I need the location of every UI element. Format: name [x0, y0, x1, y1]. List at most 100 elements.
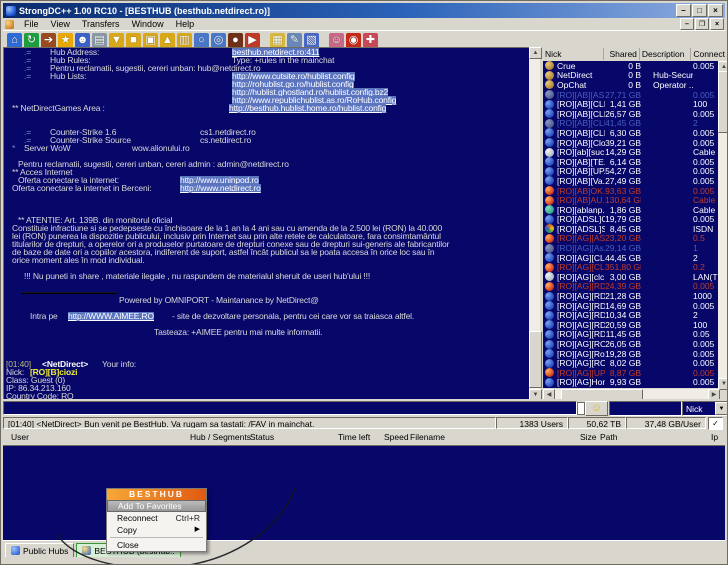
- userlist-row[interactable]: [RO][AG][As...29,14 GB1: [543, 243, 718, 253]
- userlist-row[interactable]: [RO][AG][RO...26,05 GB0.005: [543, 339, 718, 349]
- userlist-filter-input[interactable]: [609, 401, 682, 416]
- child-window-icon[interactable]: [5, 20, 14, 29]
- search-icon[interactable]: ○: [194, 33, 209, 48]
- transfers-col-time-left[interactable]: Time left: [338, 432, 370, 443]
- download-queue-icon[interactable]: ▼: [109, 33, 124, 48]
- transfers-col-hub-segments[interactable]: Hub / Segments: [190, 432, 251, 443]
- userlist-row[interactable]: Crue0 B0.005: [543, 61, 718, 71]
- userlist-row[interactable]: [RO][AG][RD...10,34 GB2: [543, 310, 718, 320]
- favorite-users-icon[interactable]: ☻: [75, 33, 90, 48]
- userlist-row[interactable]: [RO][AB]AU...130,64 GBCable: [543, 195, 718, 205]
- open-filelist-icon[interactable]: ▦: [270, 33, 285, 48]
- settings-icon[interactable]: ✎: [287, 33, 302, 48]
- userlist-row[interactable]: [RO][ADSL]C...19,79 GB0.005: [543, 215, 718, 225]
- userlist-row[interactable]: [RO][ADSL]S...8,45 GBISDN: [543, 224, 718, 234]
- userlist-row[interactable]: [RO][AB][Va...27,49 GB0.005: [543, 176, 718, 186]
- userlist-row[interactable]: [RO][ab][suc...14,29 GBCable: [543, 147, 718, 157]
- search-spy-icon[interactable]: ●: [228, 33, 243, 48]
- minimize-button[interactable]: –: [676, 4, 691, 17]
- userlist-row[interactable]: [RO][AG][AS...23,20 GB0.5: [543, 234, 718, 244]
- status-checkbox[interactable]: ✓: [708, 417, 723, 430]
- filter-column-combo[interactable]: Nick ▼: [682, 401, 728, 416]
- upload-queue-icon[interactable]: ▥: [177, 33, 192, 48]
- userlist-row[interactable]: [RO][AB][CLI...6,30 GB0.005: [543, 128, 718, 138]
- userlist-row[interactable]: [RO][AG][CL...44,45 GB2: [543, 253, 718, 263]
- userlist-row[interactable]: [RO][ablanp...1,86 GBCable: [543, 205, 718, 215]
- userlist-col-nick[interactable]: Nick: [543, 48, 604, 60]
- userlist-row[interactable]: OpChat0 BOperator ...: [543, 80, 718, 90]
- quick-connect-icon[interactable]: ✚: [363, 33, 378, 48]
- userlist-row[interactable]: [RO][AB][CLI...26,57 GB0.005: [543, 109, 718, 119]
- menu-item-view[interactable]: View: [45, 19, 76, 29]
- userlist-row[interactable]: [RO][AB][CLI...1,41 GB100: [543, 99, 718, 109]
- transfers-col-path[interactable]: Path: [600, 432, 618, 443]
- chat-scroll-thumb[interactable]: [529, 331, 542, 388]
- userlist-row[interactable]: [RO][AG][Ro...19,28 GB0.005: [543, 349, 718, 359]
- userlist-row[interactable]: [RO][AG]Honda9,93 GB0.005: [543, 378, 718, 388]
- menu-item-help[interactable]: Help: [170, 19, 201, 29]
- userlist-row[interactable]: [RO][AB][Clo...39,21 GB0.005: [543, 138, 718, 148]
- recent-hubs-icon[interactable]: ▤: [92, 33, 107, 48]
- context-item-close[interactable]: Close: [107, 539, 206, 551]
- child-restore-button[interactable]: ❐: [695, 18, 709, 30]
- userlist-row[interactable]: [RO][AG][RD...24,39 GB0.005: [543, 282, 718, 292]
- favorite-hubs-icon[interactable]: ★: [58, 33, 73, 48]
- transfers-col-speed[interactable]: Speed: [384, 432, 409, 443]
- userlist-row[interactable]: [RO][AG][RO...8,02 GB0.005: [543, 358, 718, 368]
- title-bar[interactable]: StrongDC++ 1.00 RC10 - [BESTHUB (besthub…: [3, 3, 725, 18]
- userlist-row[interactable]: NetDirect0 BHub-Secur...: [543, 71, 718, 81]
- chat-message-input[interactable]: [3, 401, 577, 415]
- child-close-button[interactable]: ×: [710, 18, 724, 30]
- userlist-row[interactable]: [RO][AG][CL...351,80 GB0.2: [543, 262, 718, 272]
- userlist-row[interactable]: [RO][AG][UP...8,87 GB0.005: [543, 368, 718, 378]
- userlist-row[interactable]: [RO][AB][CLI...41,45 GB2: [543, 119, 718, 129]
- transfers-col-size[interactable]: Size: [580, 432, 597, 443]
- userlist-row[interactable]: [RO][AG][RD...14,69 GB0.005: [543, 301, 718, 311]
- transfers-col-filename[interactable]: Filename: [410, 432, 445, 443]
- tab-public-hubs[interactable]: Public Hubs: [5, 543, 74, 558]
- transfers-col-ip[interactable]: Ip: [711, 432, 718, 443]
- notepad-icon[interactable]: ▧: [304, 33, 319, 48]
- userlist-col-shared[interactable]: Shared: [604, 48, 640, 60]
- userlist-col-connect[interactable]: Connect: [691, 48, 727, 60]
- waiting-users-icon[interactable]: ▣: [143, 33, 158, 48]
- finished-downloads-icon[interactable]: ■: [126, 33, 141, 48]
- userlist-row[interactable]: [RO][AG][clc...3,00 GBLAN(T1): [543, 272, 718, 282]
- userlist-row[interactable]: [RO][AB]OK...93,63 GB0.005: [543, 186, 718, 196]
- network-stats-icon[interactable]: ▶: [245, 33, 260, 48]
- follow-redirect-icon[interactable]: ➔: [41, 33, 56, 48]
- shutdown-icon[interactable]: ◉: [346, 33, 361, 48]
- userlist-row[interactable]: [RO][AB][UP...54,27 GB0.005: [543, 167, 718, 177]
- input-size-grip[interactable]: [577, 402, 585, 415]
- combo-dropdown-icon[interactable]: ▼: [715, 402, 728, 415]
- menu-item-file[interactable]: File: [18, 19, 45, 29]
- userlist-row[interactable]: [RO][AG][RD...20,59 GB100: [543, 320, 718, 330]
- userlist-scroll-thumb[interactable]: [718, 71, 728, 133]
- userlist-row[interactable]: [RO][AB][AS...27,71 GB0.005: [543, 90, 718, 100]
- emoticon-button[interactable]: ☺: [585, 401, 608, 416]
- context-item-add-to-favorites[interactable]: Add To Favorites: [107, 500, 206, 512]
- context-item-copy[interactable]: Copy▶: [107, 524, 206, 536]
- menu-item-transfers[interactable]: Transfers: [76, 19, 126, 29]
- user-shared: 8,45 GB: [605, 224, 641, 234]
- away-icon[interactable]: ☺: [329, 33, 344, 48]
- userlist-row[interactable]: [RO][AB][TE...6,14 GB0.005: [543, 157, 718, 167]
- menu-item-window[interactable]: Window: [126, 19, 170, 29]
- close-button[interactable]: ×: [708, 4, 723, 17]
- chat-scroll-up-icon[interactable]: ▲: [529, 47, 542, 59]
- maximize-button[interactable]: □: [692, 4, 707, 17]
- child-minimize-button[interactable]: –: [680, 18, 694, 30]
- transfers-col-status[interactable]: Status: [250, 432, 274, 443]
- context-item-reconnect[interactable]: ReconnectCtrl+R: [107, 512, 206, 524]
- userlist-row[interactable]: [RO][AG][RD...21,28 GB1000: [543, 291, 718, 301]
- finished-uploads-icon[interactable]: ▲: [160, 33, 175, 48]
- adl-search-icon[interactable]: ◎: [211, 33, 226, 48]
- userlist-row[interactable]: [RO][AG][RD...11,45 GB0.05: [543, 330, 718, 340]
- chat-line: [4, 112, 530, 120]
- reconnect-icon[interactable]: ↻: [24, 33, 39, 48]
- userlist-col-description[interactable]: Description: [640, 48, 691, 60]
- public-hubs-icon[interactable]: ⌂: [7, 33, 22, 48]
- hub-chat-pane[interactable]: .=Hub Address:besthub.netdirect.ro:411.=…: [3, 47, 530, 400]
- transfers-col-user[interactable]: User: [11, 432, 29, 443]
- userlist[interactable]: Crue0 B0.005NetDirect0 BHub-Secur...OpCh…: [543, 61, 718, 388]
